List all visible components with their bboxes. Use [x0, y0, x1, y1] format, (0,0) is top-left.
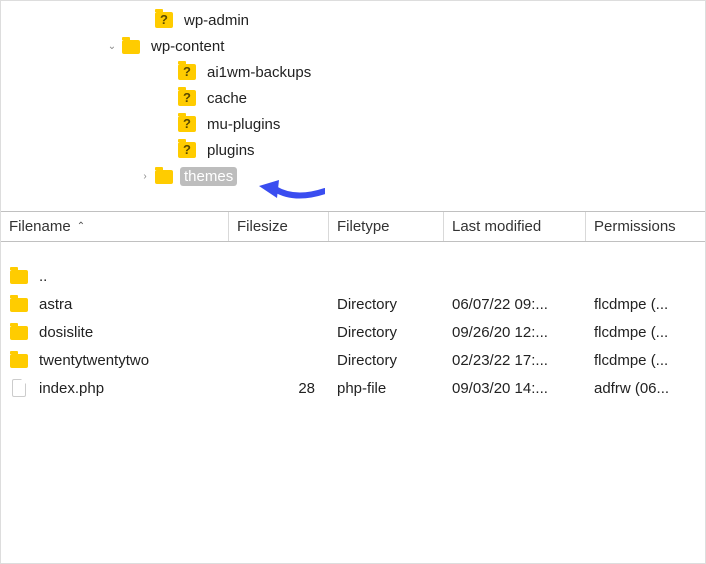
tree-item-label: cache — [203, 89, 251, 108]
tree-item-label: plugins — [203, 141, 259, 160]
tree-item-label: wp-admin — [180, 11, 253, 30]
column-header-label: Filesize — [237, 218, 288, 235]
file-type: Directory — [329, 324, 444, 341]
file-size: 28 — [229, 380, 329, 397]
column-header-label: Permissions — [594, 218, 676, 235]
tree-item-label: ai1wm-backups — [203, 63, 315, 82]
folder-icon — [9, 322, 29, 342]
remote-directory-tree[interactable]: ·?wp-admin⌄wp-content·?ai1wm-backups·?ca… — [1, 1, 705, 211]
list-item[interactable]: index.php 28php-file09/03/20 14:...adfrw … — [1, 374, 705, 402]
file-list[interactable]: ..astraDirectory06/07/22 09:...flcdmpe (… — [1, 242, 705, 402]
file-permissions: flcdmpe (... — [586, 324, 705, 341]
list-item[interactable]: astra Directory06/07/22 09:...flcdmpe (..… — [1, 290, 705, 318]
file-permissions: flcdmpe (... — [586, 296, 705, 313]
tree-item-label: wp-content — [147, 37, 228, 56]
file-type: Directory — [329, 352, 444, 369]
file-type: Directory — [329, 296, 444, 313]
column-header-permissions[interactable]: Permissions — [586, 212, 705, 241]
folder-icon — [9, 350, 29, 370]
file-modified: 09/26/20 12:... — [444, 324, 586, 341]
file-permissions: adfrw (06... — [586, 380, 705, 397]
list-item[interactable]: dosislite Directory09/26/20 12:...flcdmpe… — [1, 318, 705, 346]
tree-item[interactable]: ·?mu-plugins — [1, 111, 705, 137]
tree-item[interactable]: ·?plugins — [1, 137, 705, 163]
chevron-right-icon[interactable]: › — [136, 171, 154, 182]
folder-icon — [9, 266, 29, 286]
folder-icon — [121, 36, 141, 56]
file-name: dosislite — [39, 324, 93, 341]
file-modified: 06/07/22 09:... — [444, 296, 586, 313]
column-header-last-modified[interactable]: Last modified — [444, 212, 586, 241]
column-header-label: Filetype — [337, 218, 390, 235]
tree-item[interactable]: ·?cache — [1, 85, 705, 111]
file-permissions: flcdmpe (... — [586, 352, 705, 369]
list-item[interactable]: .. — [1, 262, 705, 290]
folder-unknown-icon: ? — [177, 88, 197, 108]
folder-icon — [9, 294, 29, 314]
file-type: php-file — [329, 380, 444, 397]
file-icon — [9, 378, 29, 398]
column-header-label: Last modified — [452, 218, 541, 235]
tree-item[interactable]: ·?ai1wm-backups — [1, 59, 705, 85]
file-name: index.php — [39, 380, 104, 397]
file-name: twentytwentytwo — [39, 352, 149, 369]
file-list-header[interactable]: Filename ⌃ Filesize Filetype Last modifi… — [1, 212, 705, 242]
tree-item[interactable]: ⌄ wp-content — [1, 33, 705, 59]
tree-item[interactable]: ·?wp-admin — [1, 7, 705, 33]
folder-unknown-icon: ? — [177, 140, 197, 160]
column-header-filesize[interactable]: Filesize — [229, 212, 329, 241]
tree-item[interactable]: › themes — [1, 163, 705, 189]
tree-item-label: themes — [180, 167, 237, 186]
column-header-filename[interactable]: Filename ⌃ — [1, 212, 229, 241]
file-name: .. — [39, 268, 47, 285]
column-header-label: Filename — [9, 218, 71, 235]
sort-ascending-icon: ⌃ — [77, 221, 85, 232]
column-header-filetype[interactable]: Filetype — [329, 212, 444, 241]
list-item[interactable]: twentytwentytwo Directory02/23/22 17:...f… — [1, 346, 705, 374]
folder-icon — [154, 166, 174, 186]
folder-unknown-icon: ? — [154, 10, 174, 30]
file-modified: 09/03/20 14:... — [444, 380, 586, 397]
folder-unknown-icon: ? — [177, 114, 197, 134]
folder-unknown-icon: ? — [177, 62, 197, 82]
file-modified: 02/23/22 17:... — [444, 352, 586, 369]
tree-item-label: mu-plugins — [203, 115, 284, 134]
file-name: astra — [39, 296, 72, 313]
chevron-down-icon[interactable]: ⌄ — [103, 41, 121, 52]
